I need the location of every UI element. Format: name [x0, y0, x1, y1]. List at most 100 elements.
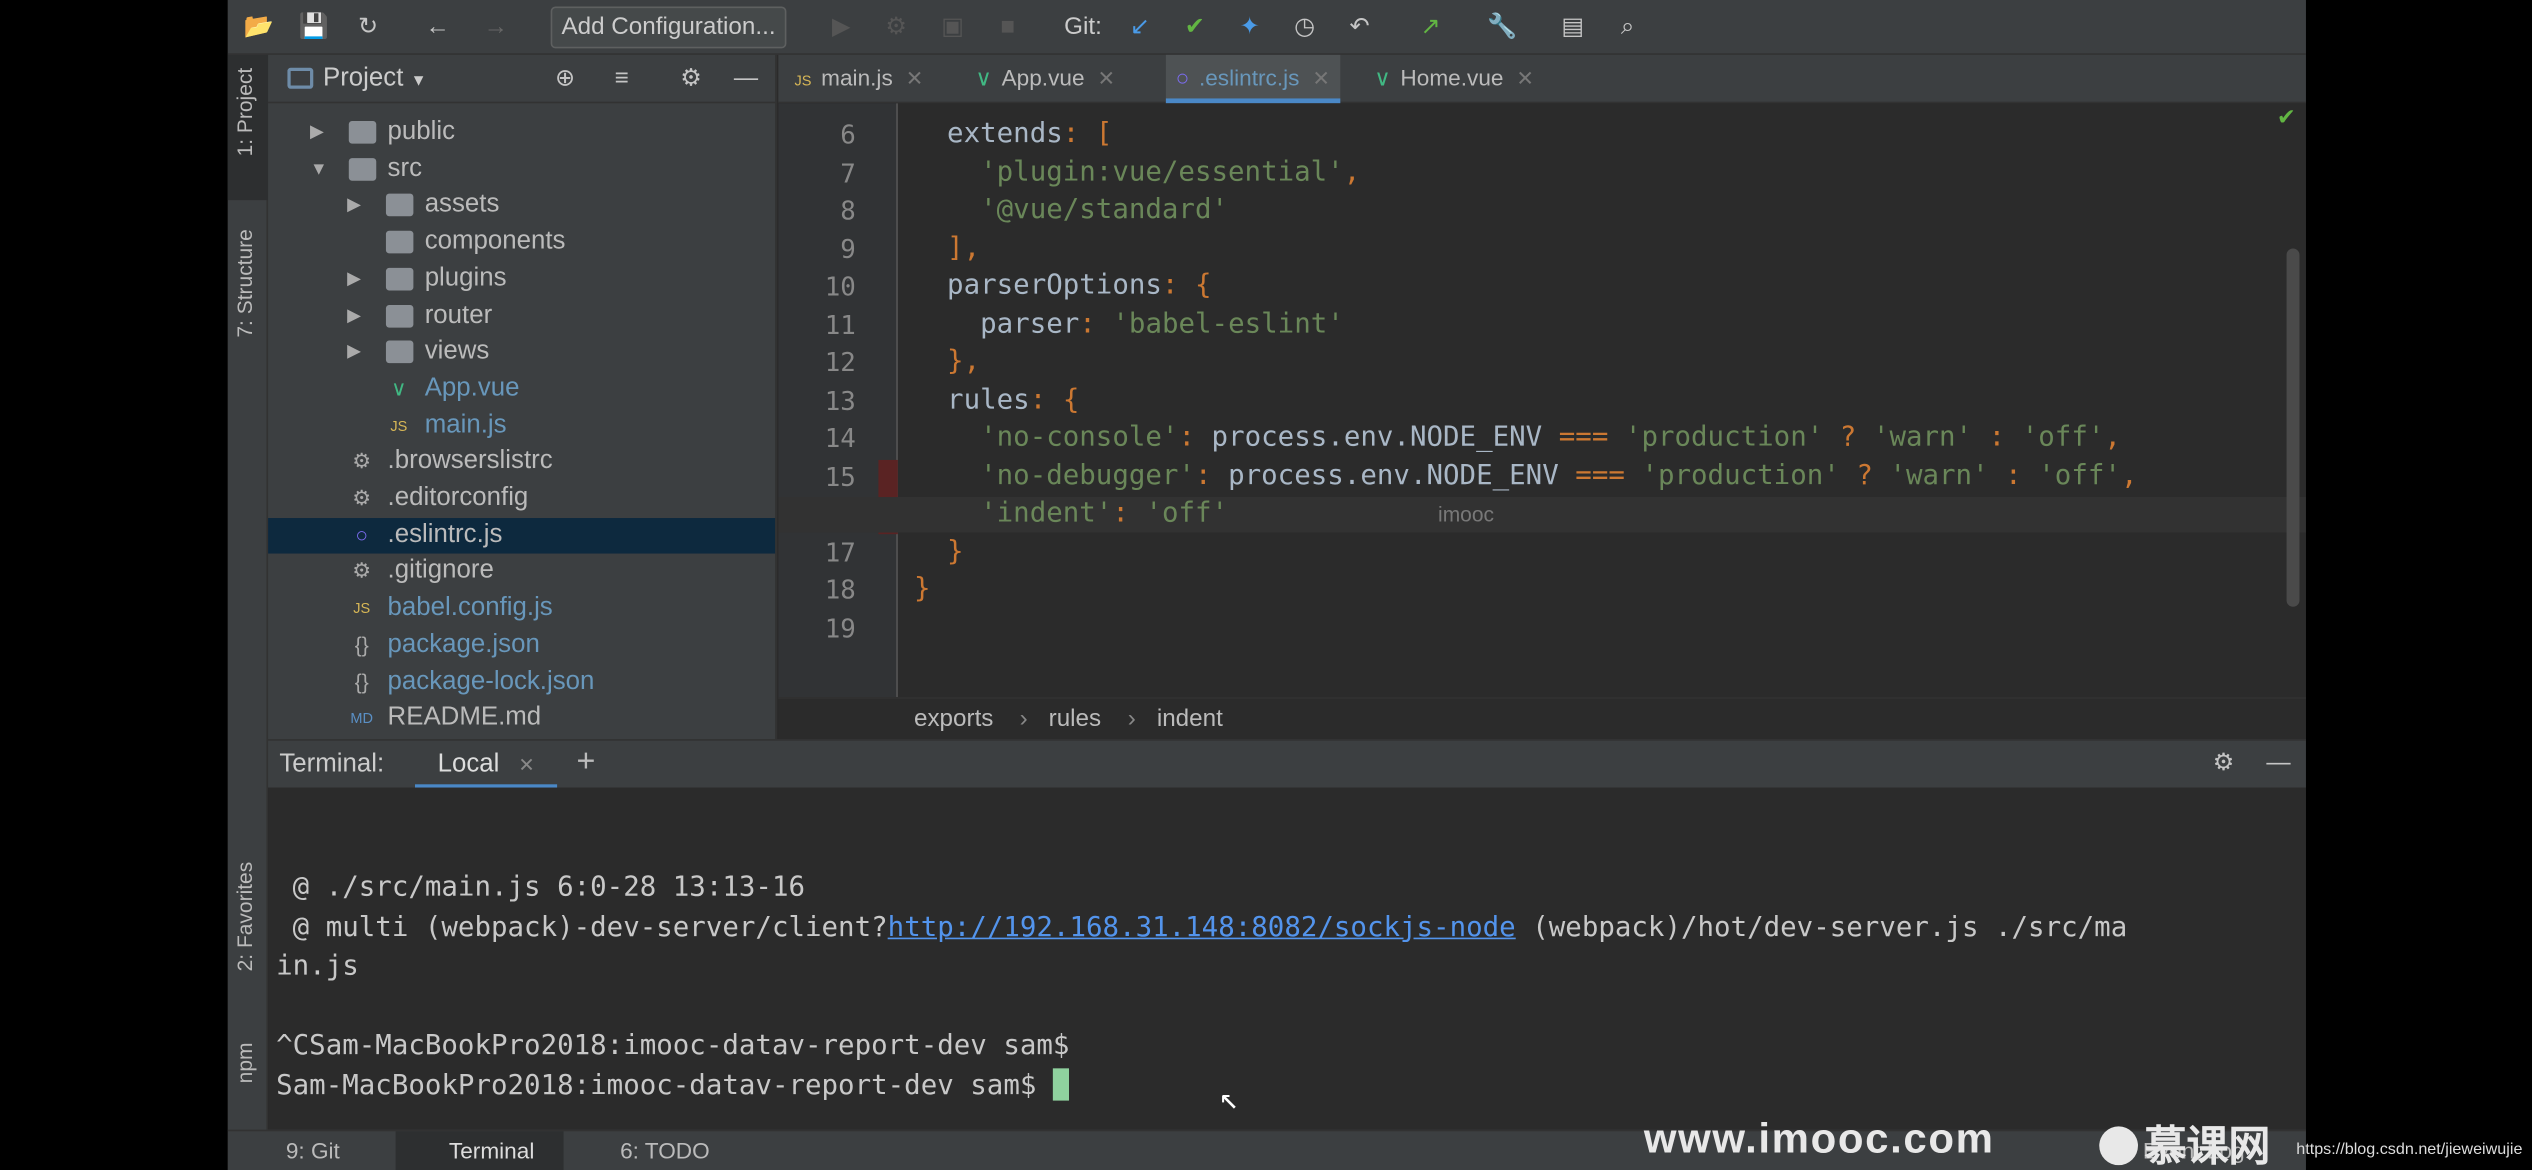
terminal-output[interactable]: @ ./src/main.js 6:0-28 13:13-16 @ multi … [268, 787, 2306, 1130]
minimize-icon[interactable]: — [2264, 749, 2293, 778]
chevron-right-icon[interactable]: ▶ [310, 115, 324, 151]
code-line: '@vue/standard' [980, 193, 1229, 226]
chevron-down-icon[interactable]: ▼ [310, 151, 328, 187]
open-folder-icon[interactable]: 📂 [244, 13, 274, 42]
save-icon[interactable]: 💾 [299, 13, 329, 42]
json-file-icon: {} [354, 632, 369, 657]
close-icon[interactable]: ✕ [518, 754, 534, 777]
tree-item[interactable]: ▶ plugins [268, 261, 775, 297]
tree-item[interactable]: JS main.js [268, 408, 775, 444]
tree-item[interactable]: JS babel.config.js [268, 591, 775, 627]
breadcrumb-item[interactable]: exports [914, 699, 993, 741]
tree-item-label: main.js [424, 410, 507, 439]
rollback-icon[interactable]: ↶ [1345, 13, 1374, 42]
statusbar-git-tab[interactable]: 9: Git [286, 1131, 340, 1170]
terminal-window-icon[interactable]: ▤ [1558, 13, 1587, 42]
chevron-right-icon[interactable]: ▶ [347, 261, 361, 297]
line-number: 12 [824, 346, 856, 378]
chevron-right-icon[interactable]: ▶ [347, 298, 361, 334]
terminal-tab-local[interactable]: Local ✕ [415, 741, 558, 790]
tree-item-label: plugins [424, 264, 507, 292]
sync-icon[interactable]: ↻ [354, 13, 383, 42]
tree-item-label: .eslintrc.js [387, 520, 503, 549]
statusbar-todo-tab[interactable]: 6: TODO [620, 1131, 710, 1170]
vue-file-icon: ∨ [1374, 64, 1391, 91]
chevron-right-icon[interactable]: ▶ [347, 188, 361, 224]
folder-icon [385, 340, 414, 364]
close-icon[interactable]: ✕ [1097, 66, 1115, 90]
minimize-icon[interactable]: — [732, 65, 761, 94]
add-configuration-button[interactable]: Add Configuration... [550, 6, 787, 49]
code-line: 'indent': 'off' imooc [980, 497, 1495, 530]
tree-item[interactable]: {} package-lock.json [268, 664, 775, 700]
search-icon[interactable]: ⌕ [1613, 13, 1642, 42]
line-number: 11 [824, 309, 856, 340]
chevron-right-icon[interactable]: ▶ [347, 334, 361, 370]
inline-hint: imooc [1438, 501, 1495, 527]
tree-item-label: public [387, 117, 456, 146]
code-line: parser: 'babel-eslint' [980, 307, 1344, 340]
folder-icon [385, 304, 414, 327]
breadcrumb-item[interactable]: rules [1049, 699, 1102, 741]
tree-item[interactable]: ▶ public [268, 115, 775, 151]
tree-item[interactable]: ○ .eslintrc.js [268, 517, 776, 554]
add-terminal-icon[interactable]: + [576, 744, 595, 781]
tree-item[interactable]: {} package.json [268, 627, 775, 663]
back-arrow-icon[interactable]: ← [423, 13, 452, 42]
terminal-line-text: (webpack)/hot/dev-server.js ./src/ma [1515, 911, 2128, 945]
tree-item-label: package-lock.json [387, 667, 595, 695]
editor-tab[interactable]: ∨ Home.vue ✕ [1374, 55, 1534, 103]
editor-tab[interactable]: ○ .eslintrc.js ✕ [1165, 54, 1340, 104]
tree-item[interactable]: ∨ App.vue [268, 371, 775, 407]
tree-item[interactable]: ▼ src [268, 151, 775, 187]
history-icon[interactable]: ◷ [1290, 13, 1319, 42]
terminal-link[interactable]: http://192.168.31.148:8082/sockjs-node [888, 912, 1516, 944]
tree-item[interactable]: ⚙ .browserslistrc [268, 444, 775, 480]
locate-icon[interactable]: ⊕ [551, 65, 580, 94]
tree-item[interactable]: MD README.md [268, 701, 775, 737]
code-editor[interactable]: 678910111213141516171819 extends: [ 'plu… [778, 103, 2306, 698]
collapse-all-icon[interactable]: ≡ [607, 65, 636, 94]
tree-item[interactable]: ▶ router [268, 298, 775, 334]
git-update-icon[interactable]: ↙ [1126, 13, 1155, 42]
tool-tab-favorites[interactable]: 2: Favorites [233, 862, 257, 972]
line-number: 17 [824, 536, 856, 568]
run-icon[interactable]: ▶ [827, 13, 856, 42]
line-number: 19 [824, 612, 856, 644]
push-icon[interactable]: ↗ [1416, 13, 1445, 42]
tool-tab-npm[interactable]: npm [233, 1043, 257, 1084]
editor-tab[interactable]: JS main.js ✕ [794, 55, 923, 103]
statusbar-terminal-tab[interactable]: Terminal [449, 1131, 534, 1170]
tree-item-label: assets [424, 191, 500, 219]
js-file-icon: JS [794, 72, 812, 89]
debug-icon[interactable]: ⚙ [882, 13, 911, 42]
close-icon[interactable]: ✕ [1312, 66, 1330, 90]
tree-item-label: babel.config.js [387, 594, 553, 622]
forward-arrow-icon[interactable]: → [481, 13, 510, 42]
tree-item[interactable]: components [268, 224, 775, 260]
tree-item[interactable]: ▶ assets [268, 188, 775, 224]
editor-tab-label: .eslintrc.js [1198, 64, 1300, 91]
tool-tab-structure[interactable]: 7: Structure [233, 229, 257, 337]
stop-icon[interactable]: ■ [993, 13, 1022, 42]
coverage-icon[interactable]: ▣ [938, 13, 967, 42]
code-line: 'no-console': process.env.NODE_ENV === '… [980, 421, 2121, 454]
project-panel-title[interactable]: Project ▼ [323, 65, 427, 94]
editor-tab[interactable]: ∨ App.vue ✕ [975, 55, 1115, 103]
tool-tab-project[interactable]: 1: Project [233, 68, 257, 157]
editor-scrollbar[interactable] [2286, 248, 2300, 607]
line-number: 6 [840, 119, 856, 151]
gear-icon[interactable]: ⚙ [677, 65, 706, 94]
close-icon[interactable]: ✕ [1516, 66, 1534, 90]
tree-item[interactable]: ▶ views [268, 334, 775, 370]
tree-item[interactable]: ⚙ .editorconfig [268, 481, 775, 517]
git-compare-icon[interactable]: ✦ [1235, 13, 1264, 42]
line-number: 13 [824, 384, 856, 416]
tree-item[interactable]: ⚙ .gitignore [268, 554, 775, 590]
git-commit-icon[interactable]: ✔ [1180, 13, 1209, 42]
gear-icon[interactable]: ⚙ [2209, 749, 2238, 778]
breadcrumb-item[interactable]: indent [1157, 699, 1223, 741]
settings-wrench-icon[interactable]: 🔧 [1487, 13, 1517, 42]
vue-file-icon: ∨ [975, 64, 992, 91]
close-icon[interactable]: ✕ [906, 66, 924, 90]
